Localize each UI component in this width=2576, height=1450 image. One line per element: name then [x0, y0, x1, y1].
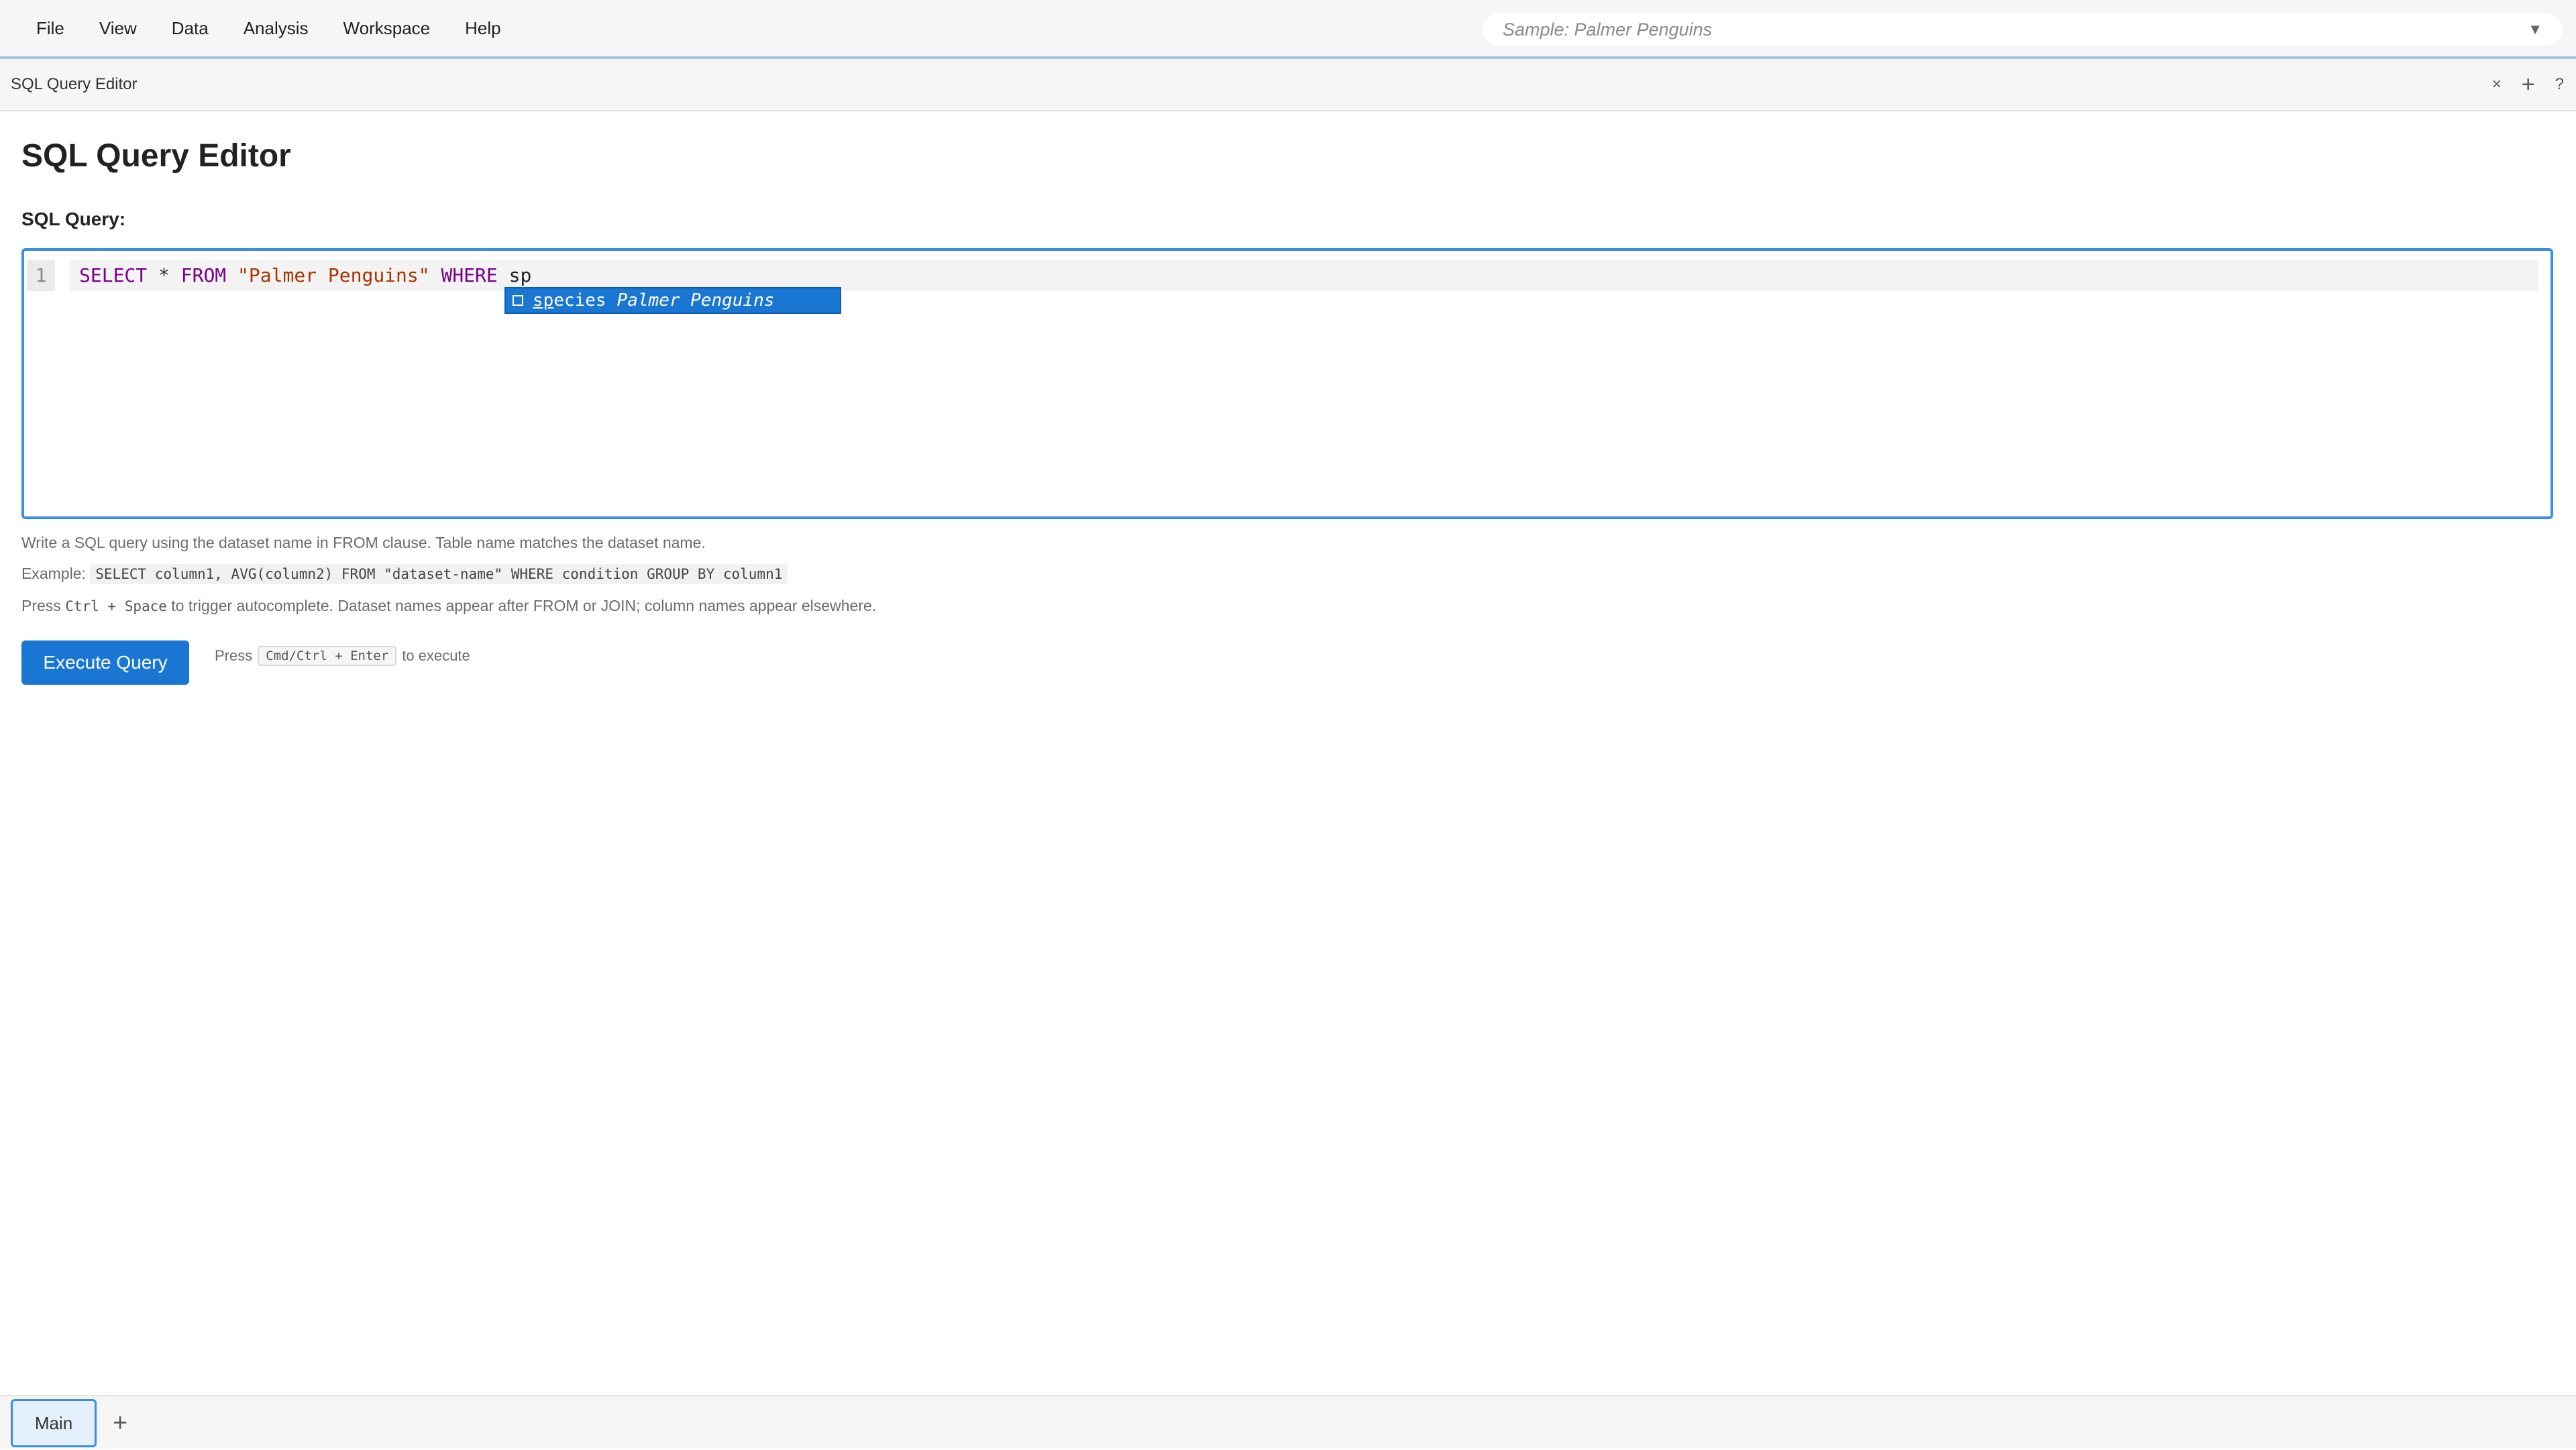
execute-hint-prefix: Press — [215, 647, 253, 664]
query-label: SQL Query: — [21, 209, 126, 229]
panel-title: SQL Query Editor — [11, 75, 138, 93]
token-where: WHERE — [441, 264, 498, 286]
autocomplete-match: sp — [533, 290, 554, 311]
token-table: "Palmer Penguins" — [226, 264, 441, 286]
example-code: SELECT column1, AVG(column2) FROM "datas… — [90, 564, 788, 584]
panel-actions: × + ? — [2472, 59, 2564, 110]
help-text-example: Example: SELECT column1, AVG(column2) FR… — [21, 564, 788, 584]
menu-bar: File View Data Analysis Workspace Help S… — [0, 0, 2576, 59]
panel-header: SQL Query Editor × + ? — [0, 59, 2576, 111]
menu-workspace[interactable]: Workspace — [326, 18, 448, 39]
token-typed: sp — [497, 264, 532, 286]
dataset-selector-value: Sample: Palmer Penguins — [1503, 19, 1713, 40]
add-tab-icon[interactable]: + — [113, 1396, 127, 1450]
column-kind-icon — [513, 295, 523, 306]
menu-help[interactable]: Help — [447, 18, 518, 39]
token-from: FROM — [180, 264, 227, 286]
line-number: 1 — [27, 260, 55, 291]
bottom-tab-bar: Main + — [0, 1395, 2576, 1449]
execute-query-button[interactable]: Execute Query — [21, 640, 189, 685]
page-title: SQL Query Editor — [21, 138, 291, 174]
help-icon[interactable]: ? — [2555, 75, 2564, 94]
help-text-usage: Write a SQL query using the dataset name… — [21, 534, 706, 551]
add-panel-icon[interactable]: + — [2522, 72, 2535, 98]
close-icon[interactable]: × — [2492, 75, 2502, 94]
autocomplete-suggestion[interactable]: sp ecies Palmer Penguins — [504, 287, 841, 314]
code-line[interactable]: SELECT * FROM "Palmer Penguins" WHERE sp — [79, 260, 531, 291]
tab-main[interactable]: Main — [11, 1399, 97, 1447]
sql-editor[interactable]: 1 SELECT * FROM "Palmer Penguins" WHERE … — [21, 248, 2553, 519]
token-star: * — [147, 264, 181, 286]
execute-hint: Press Cmd/Ctrl + Enter to execute — [215, 643, 470, 669]
menu-analysis[interactable]: Analysis — [226, 18, 326, 39]
autocomplete-rest: ecies — [553, 290, 606, 311]
chevron-down-icon: ▼ — [2528, 21, 2542, 38]
help-text-autocomplete: Press Ctrl + Space to trigger autocomple… — [21, 597, 876, 615]
menu-file[interactable]: File — [19, 18, 82, 39]
menu-data[interactable]: Data — [154, 18, 226, 39]
autocomplete-detail: Palmer Penguins — [616, 290, 775, 311]
token-select: SELECT — [79, 264, 148, 286]
example-label: Example: — [21, 565, 91, 582]
execute-shortcut: Cmd/Ctrl + Enter — [258, 646, 397, 666]
menu-view[interactable]: View — [82, 18, 154, 39]
autocomplete-shortcut: Ctrl + Space — [65, 598, 167, 614]
autocomplete-hint-suffix: to trigger autocomplete. Dataset names a… — [166, 597, 877, 614]
autocomplete-hint-prefix: Press — [21, 597, 66, 614]
menu-items: File View Data Analysis Workspace Help — [19, 0, 519, 56]
dataset-selector[interactable]: Sample: Palmer Penguins ▼ — [1483, 13, 2563, 46]
execute-hint-suffix: to execute — [402, 647, 470, 664]
